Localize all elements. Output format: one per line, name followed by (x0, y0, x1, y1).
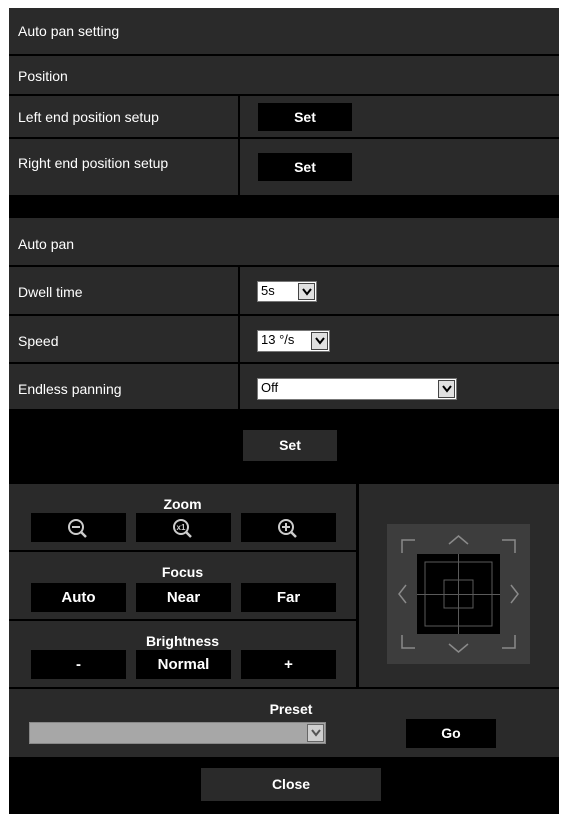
zoom-in-icon (278, 519, 297, 538)
speed-select[interactable]: 13 °/s (257, 330, 330, 352)
zoom-x1-icon: x1 (173, 519, 192, 538)
endless-panning-select[interactable]: Off (257, 378, 457, 400)
zoom-label: Zoom (163, 496, 202, 512)
zoom-x1-text: x1 (177, 523, 186, 532)
endless-panning-label: Endless panning (18, 381, 122, 397)
endless-panning-row: Endless panning Off (9, 364, 559, 409)
zoom-panel: Zoom x1 (9, 484, 356, 550)
endless-panning-value: Off (261, 380, 279, 395)
focus-auto-button[interactable]: Auto (31, 583, 126, 612)
brightness-panel: Brightness - Normal + (9, 621, 356, 687)
zoom-x1-button[interactable]: x1 (136, 513, 231, 542)
zoom-in-button[interactable] (241, 513, 336, 542)
chevron-down-icon (307, 724, 324, 742)
brightness-plus-button[interactable]: + (241, 650, 336, 679)
speed-value: 13 °/s (261, 332, 295, 347)
dialog-title: Auto pan setting (18, 23, 120, 39)
right-end-set-button[interactable]: Set (258, 153, 352, 181)
speed-label: Speed (18, 333, 59, 349)
column-divider (238, 96, 240, 137)
preset-select[interactable] (29, 722, 326, 744)
brightness-minus-button[interactable]: - (31, 650, 126, 679)
auto-pan-dialog: Auto pan setting Position Left end posit… (9, 8, 559, 814)
focus-panel: Focus Auto Near Far (9, 552, 356, 619)
dwell-time-value: 5s (261, 283, 275, 298)
left-end-label: Left end position setup (18, 109, 159, 125)
preset-label: Preset (269, 701, 313, 717)
left-end-row: Left end position setup Set (9, 96, 559, 137)
column-divider (238, 364, 240, 409)
zoom-out-icon (68, 519, 87, 538)
close-button[interactable]: Close (201, 768, 381, 801)
focus-label: Focus (161, 564, 204, 580)
chevron-down-icon (438, 380, 455, 398)
dialog-header: Auto pan setting (9, 8, 559, 54)
right-end-row: Right end position setup Set (9, 139, 559, 195)
preset-go-button[interactable]: Go (406, 719, 496, 748)
brightness-normal-button[interactable]: Normal (136, 650, 231, 679)
direction-pad[interactable] (359, 484, 559, 687)
focus-near-button[interactable]: Near (136, 583, 231, 612)
speed-row: Speed 13 °/s (9, 316, 559, 362)
brightness-label: Brightness (145, 633, 220, 649)
autopan-set-button[interactable]: Set (243, 430, 337, 461)
column-divider (238, 267, 240, 314)
chevron-down-icon (298, 283, 315, 300)
preset-row: Preset Go (9, 689, 559, 757)
right-end-label: Right end position setup (18, 155, 169, 171)
autopan-section-header: Auto pan (9, 218, 559, 265)
column-divider (238, 316, 240, 362)
dwell-time-row: Dwell time 5s (9, 267, 559, 314)
position-section-header: Position (9, 56, 559, 94)
left-end-set-button[interactable]: Set (258, 103, 352, 131)
dwell-time-select[interactable]: 5s (257, 281, 317, 302)
autopan-section-label: Auto pan (18, 236, 75, 252)
focus-far-button[interactable]: Far (241, 583, 336, 612)
ptz-pad-panel (359, 484, 559, 687)
dwell-time-label: Dwell time (18, 284, 83, 300)
position-section-label: Position (18, 68, 68, 84)
chevron-down-icon (311, 332, 328, 350)
zoom-out-button[interactable] (31, 513, 126, 542)
column-divider (238, 139, 240, 195)
